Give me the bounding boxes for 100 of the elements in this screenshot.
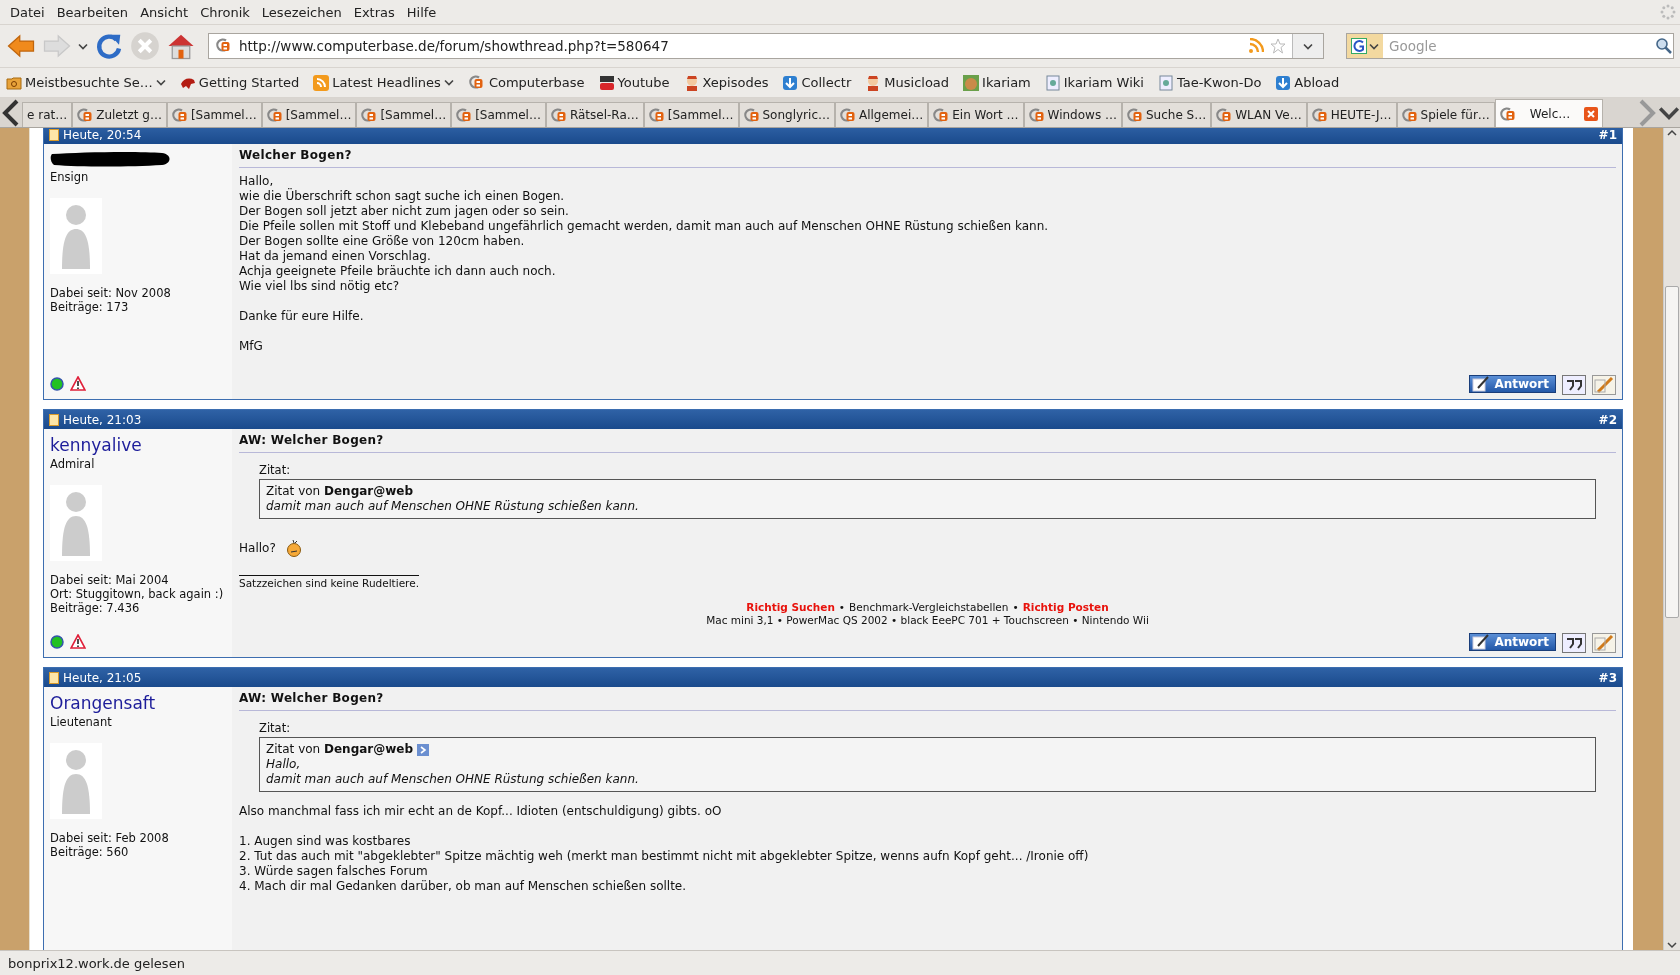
browser-tab[interactable]: Suche S…: [1121, 102, 1212, 127]
message-text: Hat da jemand einen Vorschlag.: [239, 249, 432, 264]
browser-tab[interactable]: HEUTE-J…: [1306, 102, 1397, 127]
bookmark-item[interactable]: Getting Started: [178, 72, 301, 93]
quote-reply-icon[interactable]: [1562, 375, 1586, 395]
status-text: bonprix12.work.de gelesen: [8, 955, 185, 971]
user-detail: Ort: Stuggitown, back again :): [50, 587, 225, 601]
close-tab-icon[interactable]: [1584, 106, 1599, 121]
username-link[interactable]: kennyalive: [50, 435, 226, 455]
browser-tab[interactable]: Zuletzt g…: [72, 102, 167, 127]
bookmark-item[interactable]: Ikariam: [962, 72, 1032, 93]
bookmark-item[interactable]: Abload: [1274, 72, 1341, 93]
reload-icon[interactable]: [94, 31, 124, 61]
search-bar[interactable]: Google: [1346, 33, 1674, 59]
user-detail: Dabei seit: Feb 2008: [50, 831, 170, 845]
menu-item[interactable]: Datei: [4, 4, 51, 20]
menu-item[interactable]: Bearbeiten: [50, 4, 135, 20]
post-date: Heute, 21:03: [63, 412, 142, 427]
post-title: AW: Welcher Bogen?: [239, 433, 1616, 453]
bookmark-item[interactable]: Musicload: [864, 72, 951, 93]
browser-tab[interactable]: WLAN Ve…: [1211, 102, 1307, 127]
message-text: 2. Tut das auch mit "abgeklebter" Spitze mächtig weh (merkt man bestimmt nicht mit abgeklebter Spitze, wenns aufn Kopf geht... /Ironie off): [239, 849, 1090, 864]
message-text: Wie viel lbs sind nötig etc?: [239, 279, 401, 294]
signature-link[interactable]: Richtig Posten: [1022, 601, 1109, 614]
search-engine-logo-icon: [1351, 38, 1367, 54]
site-favicon-icon: [215, 37, 233, 55]
address-bar[interactable]: http://www.computerbase.de/forum/showthread.php?t=580647: [208, 33, 1324, 59]
separator-dot: •: [838, 601, 846, 614]
browser-tab[interactable]: Welc…: [1494, 99, 1604, 127]
quote-text: damit man auch auf Menschen OHNE Rüstung schießen kann.: [266, 499, 640, 514]
message-text: Danke für eure Hilfe.: [239, 309, 365, 324]
bookmark-item[interactable]: Collectr: [781, 72, 853, 93]
user-rank: Admiral: [50, 457, 96, 471]
search-engine-button[interactable]: [1347, 34, 1383, 58]
browser-tab[interactable]: [Sammel…: [166, 102, 262, 127]
browser-tab[interactable]: Allgemei…: [835, 102, 929, 127]
message-text: MfG: [239, 339, 264, 354]
rss-feed-icon[interactable]: [1248, 38, 1264, 54]
quote-text: damit man auch auf Menschen OHNE Rüstung schießen kann.: [266, 772, 640, 787]
post-number-link[interactable]: #3: [1598, 670, 1617, 685]
bookmark-item[interactable]: Meistbesuchte Se…: [5, 72, 167, 93]
bookmark-item[interactable]: Latest Headlines: [312, 72, 455, 93]
username-link[interactable]: Orangensaft: [50, 693, 226, 713]
browser-tab[interactable]: Rätsel-Ra…: [545, 102, 644, 127]
signature-text: Satzzeichen sind keine Rudeltiere.: [239, 575, 419, 589]
menu-item[interactable]: Ansicht: [134, 4, 195, 20]
bookmark-item[interactable]: Tae-Kwon-Do: [1156, 72, 1263, 93]
bookmark-item[interactable]: Xepisodes: [682, 72, 770, 93]
search-field[interactable]: Google: [1383, 38, 1655, 54]
goto-post-icon[interactable]: [417, 743, 430, 756]
bookmark-item[interactable]: Youtube: [597, 72, 671, 93]
edit-pencil-icon[interactable]: [1592, 375, 1616, 395]
pencil-icon: [1472, 376, 1491, 392]
video-icon: [598, 74, 615, 91]
search-icon[interactable]: [1655, 37, 1673, 55]
quote-author: Zitat von Dengar@web: [266, 742, 414, 757]
browser-tab[interactable]: [Sammel…: [261, 102, 357, 127]
message-text: Hallo,: [239, 174, 275, 189]
message-text: 3. Würde sagen falsches Forum: [239, 864, 429, 879]
edit-pencil-icon[interactable]: [1592, 633, 1616, 653]
post-title: AW: Welcher Bogen?: [239, 691, 1616, 711]
menu-item[interactable]: Hilfe: [400, 4, 443, 20]
browser-tab[interactable]: Ein Wort …: [928, 102, 1024, 127]
bookmark-item[interactable]: Ikariam Wiki: [1043, 72, 1145, 93]
browser-tab[interactable]: [Sammel…: [451, 102, 546, 127]
quote-label: Zitat:: [259, 721, 291, 735]
signature-text: Benchmark-Vergleichstabellen: [849, 601, 1009, 614]
url-dropdown-button[interactable]: [1292, 34, 1323, 58]
report-warning-icon[interactable]: [70, 634, 86, 649]
browser-tab[interactable]: [Sammel…: [356, 102, 452, 127]
quote-label: Zitat:: [259, 463, 291, 477]
pencil-icon: [1472, 634, 1491, 650]
user-detail: Dabei seit: Nov 2008: [50, 286, 172, 300]
browser-tab[interactable]: Windows …: [1023, 102, 1122, 127]
bookmark-star-icon[interactable]: [1270, 38, 1286, 54]
quote-author: Zitat von Dengar@web: [266, 484, 414, 499]
quote-reply-icon[interactable]: [1562, 633, 1586, 653]
post-number-link[interactable]: #1: [1598, 128, 1617, 142]
message-text: 1. Augen sind was kostbares: [239, 834, 412, 849]
bookmark-item[interactable]: Computerbase: [466, 71, 586, 94]
arrow-icon: [1275, 74, 1292, 91]
menu-item[interactable]: Lesezeichen: [255, 4, 348, 20]
page-icon: [1157, 74, 1174, 91]
browser-tab[interactable]: Songlyric…: [738, 102, 835, 127]
user-detail: Beiträge: 560: [50, 845, 130, 859]
menu-item[interactable]: Extras: [347, 4, 401, 20]
post-number-link[interactable]: #2: [1598, 412, 1617, 427]
message-text: wie die Überschrift schon sagt suche ich einen Bogen.: [239, 189, 566, 204]
signature-link[interactable]: Richtig Suchen: [746, 601, 835, 614]
browser-tab[interactable]: Spiele für…: [1396, 102, 1495, 127]
history-dropdown-icon[interactable]: [78, 42, 88, 50]
reply-button[interactable]: Antwort: [1469, 375, 1556, 393]
browser-tab[interactable]: e rat…: [22, 102, 73, 127]
message-text: Achja geeignete Pfeile bräuchte ich dann auch noch.: [239, 264, 557, 279]
browser-tab[interactable]: [Sammel…: [643, 102, 739, 127]
menu-item[interactable]: Chronik: [194, 4, 256, 20]
vertical-scrollbar[interactable]: [1663, 128, 1680, 950]
reply-button[interactable]: Antwort: [1469, 633, 1556, 651]
rss-feed-icon: [313, 74, 330, 91]
report-warning-icon[interactable]: [70, 376, 86, 391]
